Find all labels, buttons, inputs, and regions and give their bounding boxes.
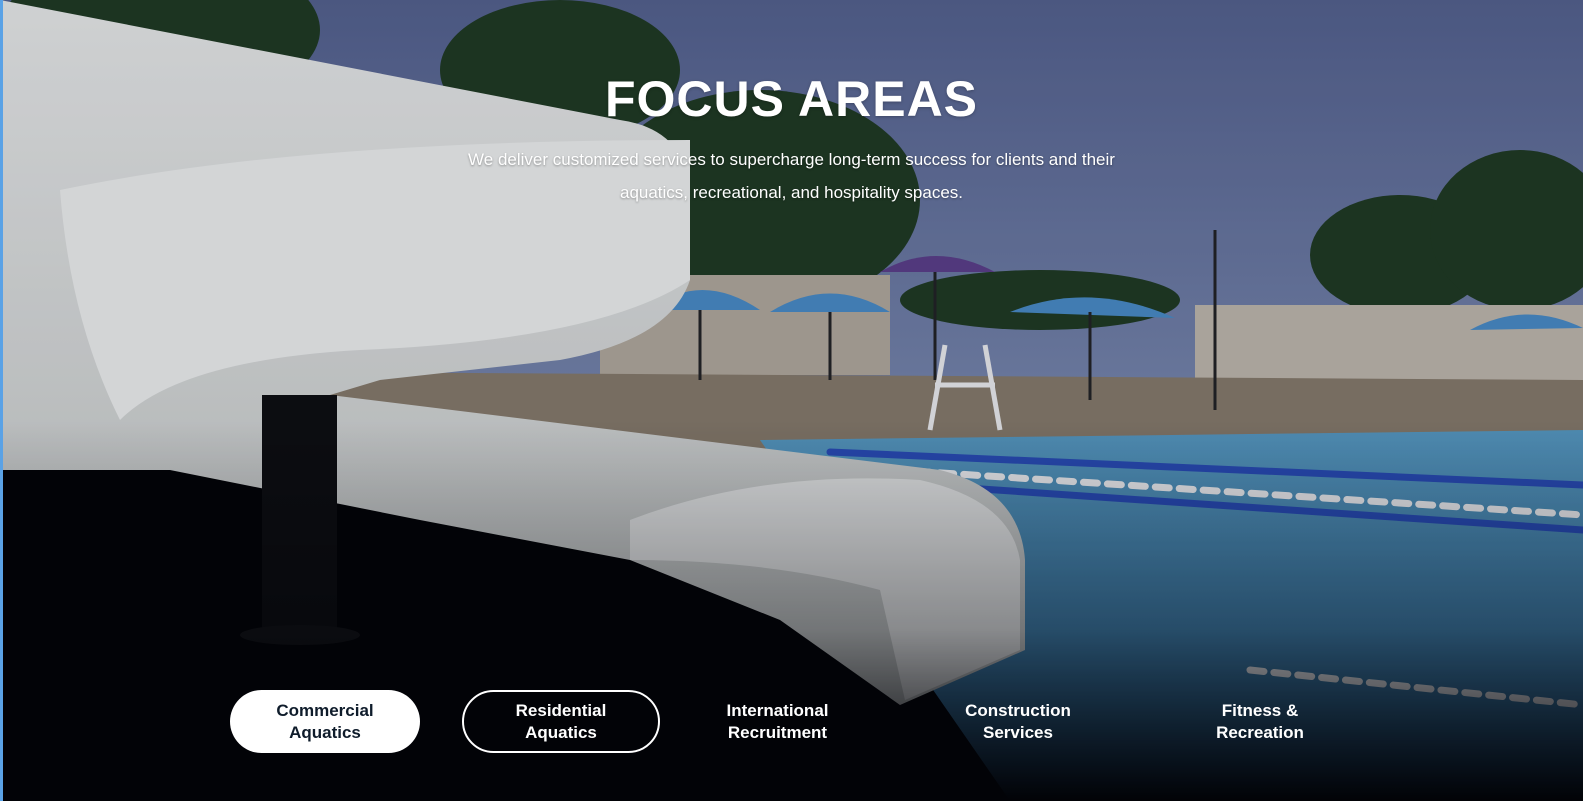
hero-section: FOCUS AREAS We deliver customized servic… xyxy=(0,0,1583,801)
tab-label: Fitness & Recreation xyxy=(1216,700,1304,742)
tab-label: International Recruitment xyxy=(726,700,829,742)
tab-residential-aquatics[interactable]: Residential Aquatics xyxy=(462,690,660,753)
tab-construction-services[interactable]: Construction Services xyxy=(928,690,1108,753)
page-subtitle: We deliver customized services to superc… xyxy=(468,150,1115,202)
tab-label: Construction Services xyxy=(965,700,1071,742)
page-title: FOCUS AREAS xyxy=(604,71,979,127)
tab-international-recruitment[interactable]: International Recruitment xyxy=(690,690,865,753)
tab-commercial-aquatics[interactable]: Commercial Aquatics xyxy=(230,690,420,753)
tab-fitness-recreation[interactable]: Fitness & Recreation xyxy=(1175,690,1345,753)
tab-label: Residential Aquatics xyxy=(515,700,607,742)
tab-label: Commercial Aquatics xyxy=(276,700,374,742)
